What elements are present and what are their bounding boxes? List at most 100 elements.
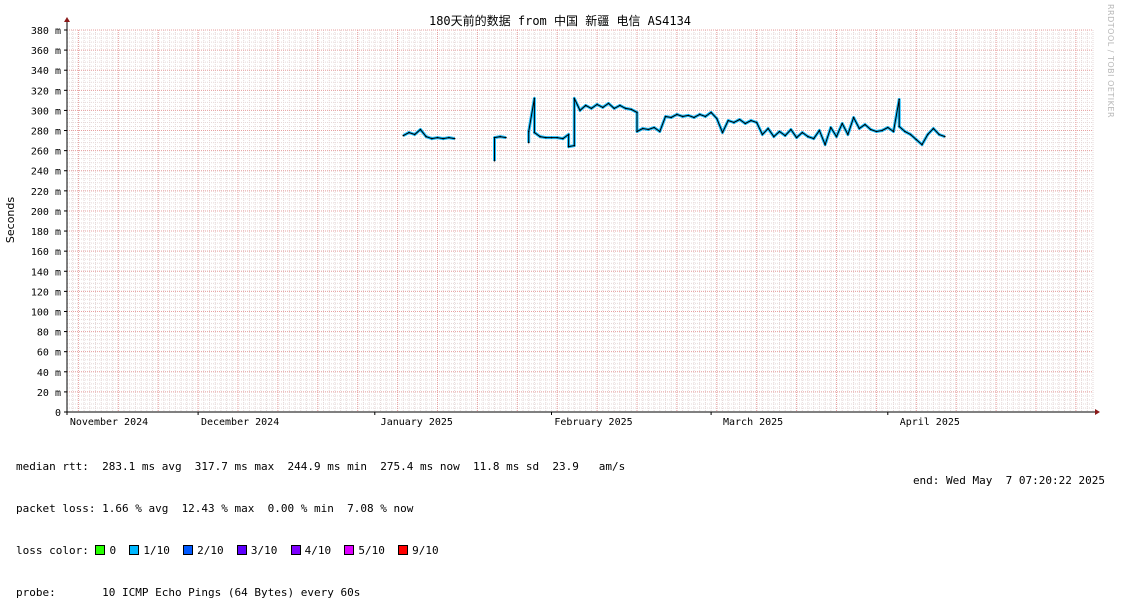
data-point bbox=[579, 109, 581, 112]
data-point bbox=[915, 138, 918, 141]
loss-color-item: 3/10 bbox=[236, 544, 291, 557]
chart-title: 180天前的数据 from 中国 新疆 电信 AS4134 bbox=[429, 13, 691, 28]
data-point bbox=[413, 133, 416, 136]
y-tick-labels: 0 20 m 40 m 60 m 80 m 100 m 120 m 140 m 160 m 180… bbox=[31, 26, 67, 419]
data-point bbox=[887, 126, 889, 129]
loss-color-swatch bbox=[398, 545, 409, 555]
data-point bbox=[898, 125, 900, 128]
y-tick-label: 260 m bbox=[31, 147, 61, 158]
data-point bbox=[408, 131, 410, 134]
data-point bbox=[676, 113, 678, 116]
data-point bbox=[852, 116, 855, 119]
data-point bbox=[567, 133, 570, 136]
data-point bbox=[670, 116, 672, 119]
data-point bbox=[493, 136, 496, 139]
data-point bbox=[630, 108, 633, 111]
data-point bbox=[733, 121, 735, 124]
loss-color-item-label: 2/10 bbox=[197, 544, 237, 557]
data-point bbox=[824, 143, 826, 146]
loss-color-item-label: 0 bbox=[109, 544, 130, 557]
data-point bbox=[533, 97, 536, 100]
data-point bbox=[533, 131, 536, 134]
loss-color-item-label: 3/10 bbox=[250, 544, 291, 557]
data-point bbox=[539, 135, 541, 138]
y-tick-label: 320 m bbox=[31, 86, 61, 97]
x-tick-label: March 2025 bbox=[723, 417, 783, 428]
data-point bbox=[573, 97, 576, 100]
data-point bbox=[744, 122, 747, 125]
y-tick-label: 300 m bbox=[31, 106, 61, 117]
y-tick-label: 0 bbox=[55, 408, 61, 419]
data-point bbox=[727, 119, 729, 122]
probe-info: probe: 10 ICMP Echo Pings (64 Bytes) eve… bbox=[16, 586, 361, 599]
y-tick-label: 160 m bbox=[31, 247, 61, 258]
y-tick-label: 100 m bbox=[31, 307, 61, 318]
data-point bbox=[584, 104, 587, 107]
loss-color-item: 4/10 bbox=[290, 544, 345, 557]
data-point bbox=[636, 111, 638, 114]
stats-legend: median rtt: 283.1 ms avg 317.7 ms max 24… bbox=[16, 432, 625, 614]
data-point bbox=[647, 128, 650, 131]
data-point bbox=[704, 115, 707, 118]
loss-color-swatch bbox=[95, 545, 106, 555]
loss-color-item: 9/10 bbox=[398, 544, 452, 557]
y-tick-label: 40 m bbox=[37, 368, 61, 379]
loss-color-item-label: 5/10 bbox=[358, 544, 399, 557]
y-tick-label: 220 m bbox=[31, 187, 61, 198]
data-point bbox=[659, 130, 661, 133]
data-point bbox=[613, 107, 615, 110]
data-point bbox=[681, 115, 684, 118]
data-point bbox=[835, 135, 838, 138]
data-point bbox=[875, 130, 878, 133]
x-tick-label: April 2025 bbox=[900, 417, 960, 428]
data-point bbox=[944, 135, 946, 138]
data-point bbox=[716, 117, 718, 120]
data-point bbox=[550, 136, 553, 139]
chart-grid bbox=[66, 29, 1094, 413]
data-point bbox=[419, 128, 422, 131]
data-point bbox=[812, 137, 815, 140]
data-point bbox=[778, 130, 781, 133]
loss-color-swatch bbox=[129, 545, 140, 555]
chart-series bbox=[402, 96, 946, 162]
data-point bbox=[761, 133, 764, 136]
y-tick-label: 120 m bbox=[31, 287, 61, 298]
data-point bbox=[545, 136, 547, 139]
data-point bbox=[499, 135, 502, 138]
data-point bbox=[698, 113, 701, 116]
data-point bbox=[847, 133, 849, 136]
data-point bbox=[881, 129, 883, 132]
data-point bbox=[801, 131, 804, 134]
rrdtool-brand: RRDTOOL / TOBI OETIKER bbox=[1106, 4, 1115, 119]
data-point bbox=[653, 126, 655, 129]
data-point bbox=[687, 114, 690, 117]
loss-color-item: 2/10 bbox=[183, 544, 237, 557]
data-point bbox=[830, 126, 832, 129]
data-point bbox=[721, 131, 724, 134]
data-point bbox=[909, 133, 912, 136]
data-point bbox=[892, 130, 895, 133]
data-point bbox=[596, 103, 598, 106]
data-point bbox=[425, 135, 427, 138]
y-tick-label: 20 m bbox=[37, 388, 61, 399]
loss-color-label: loss color: bbox=[16, 544, 89, 557]
data-point bbox=[841, 122, 843, 125]
x-tick-label: February 2025 bbox=[554, 417, 632, 428]
data-point bbox=[664, 115, 667, 118]
data-point bbox=[932, 127, 935, 130]
y-tick-label: 240 m bbox=[31, 167, 61, 178]
y-tick-label: 140 m bbox=[31, 267, 61, 278]
y-axis-arrow bbox=[64, 17, 70, 22]
data-point bbox=[431, 137, 433, 140]
data-point bbox=[864, 123, 866, 126]
data-point bbox=[562, 137, 564, 140]
data-point bbox=[527, 141, 530, 144]
y-tick-label: 380 m bbox=[31, 26, 61, 37]
x-tick-label: January 2025 bbox=[381, 417, 453, 428]
loss-color-item-label: 4/10 bbox=[304, 544, 345, 557]
data-point bbox=[448, 136, 450, 139]
y-axis-label: Seconds bbox=[4, 197, 17, 243]
loss-color-swatch bbox=[236, 545, 247, 555]
rtt-chart: 0 20 m 40 m 60 m 80 m 100 m 120 m 140 m 160 m 180… bbox=[4, 13, 1100, 428]
data-point bbox=[738, 118, 741, 121]
